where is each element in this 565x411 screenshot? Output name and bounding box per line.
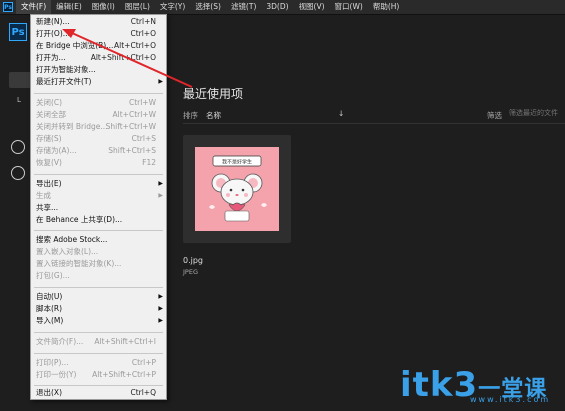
annotation-arrow-icon bbox=[62, 29, 193, 88]
watermark-url: www.itk3.com bbox=[470, 395, 551, 404]
